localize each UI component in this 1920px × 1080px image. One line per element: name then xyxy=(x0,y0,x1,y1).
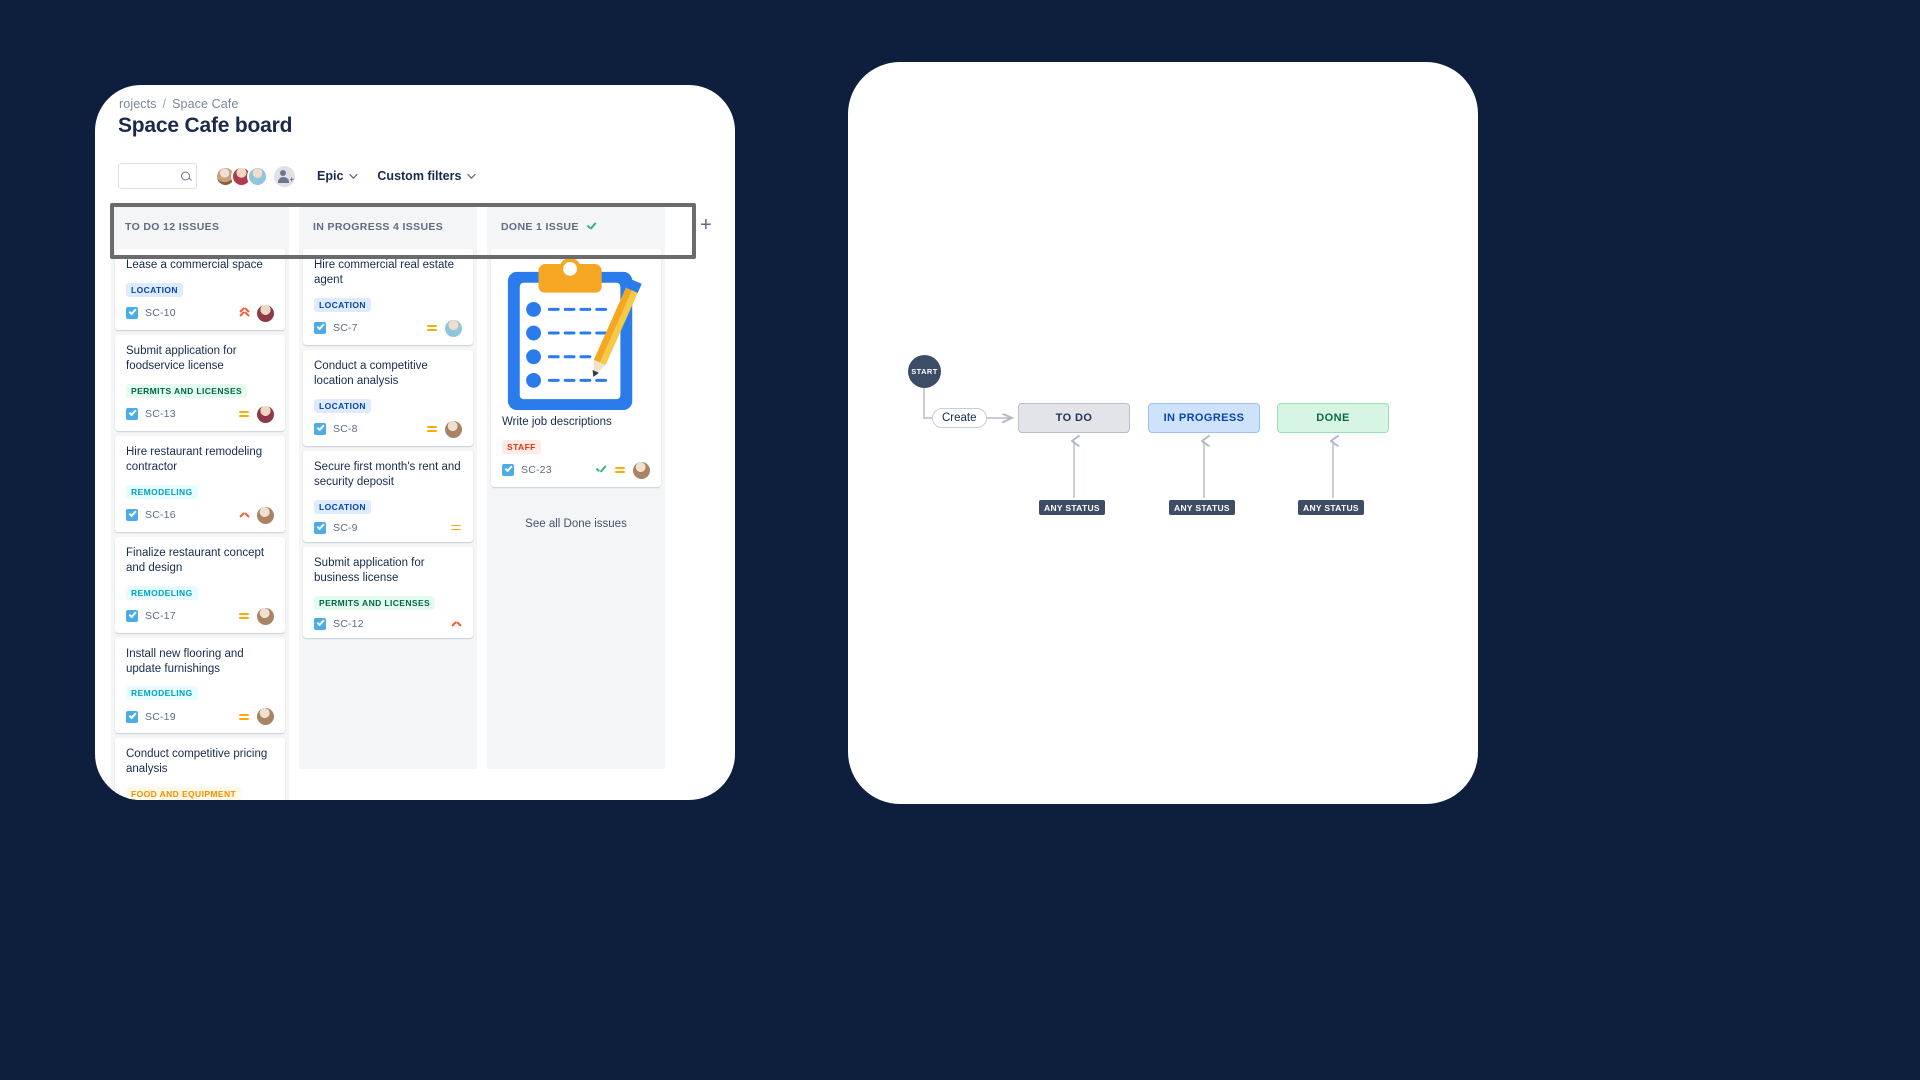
workflow-status-in-progress[interactable]: IN PROGRESS xyxy=(1148,403,1260,433)
create-label: Create xyxy=(942,412,977,424)
any-status-label: ANY STATUS xyxy=(1303,502,1359,513)
any-status-badge-todo[interactable]: ANY STATUS xyxy=(1039,500,1105,515)
workflow-status-done[interactable]: DONE xyxy=(1277,403,1389,433)
any-status-label: ANY STATUS xyxy=(1174,502,1230,513)
status-label: IN PROGRESS xyxy=(1163,412,1245,424)
any-status-label: ANY STATUS xyxy=(1044,502,1100,513)
any-status-badge-done[interactable]: ANY STATUS xyxy=(1298,500,1364,515)
any-status-badge-in-progress[interactable]: ANY STATUS xyxy=(1169,500,1235,515)
status-label: TO DO xyxy=(1055,412,1093,424)
start-label: START xyxy=(911,367,938,376)
workflow-stage: START Create TO DO IN PROGRESS DONE ANY … xyxy=(0,0,1920,1080)
workflow-status-todo[interactable]: TO DO xyxy=(1018,403,1130,433)
workflow-start-node[interactable]: START xyxy=(908,355,941,388)
workflow-transition-create[interactable]: Create xyxy=(932,408,987,428)
status-label: DONE xyxy=(1316,412,1350,424)
